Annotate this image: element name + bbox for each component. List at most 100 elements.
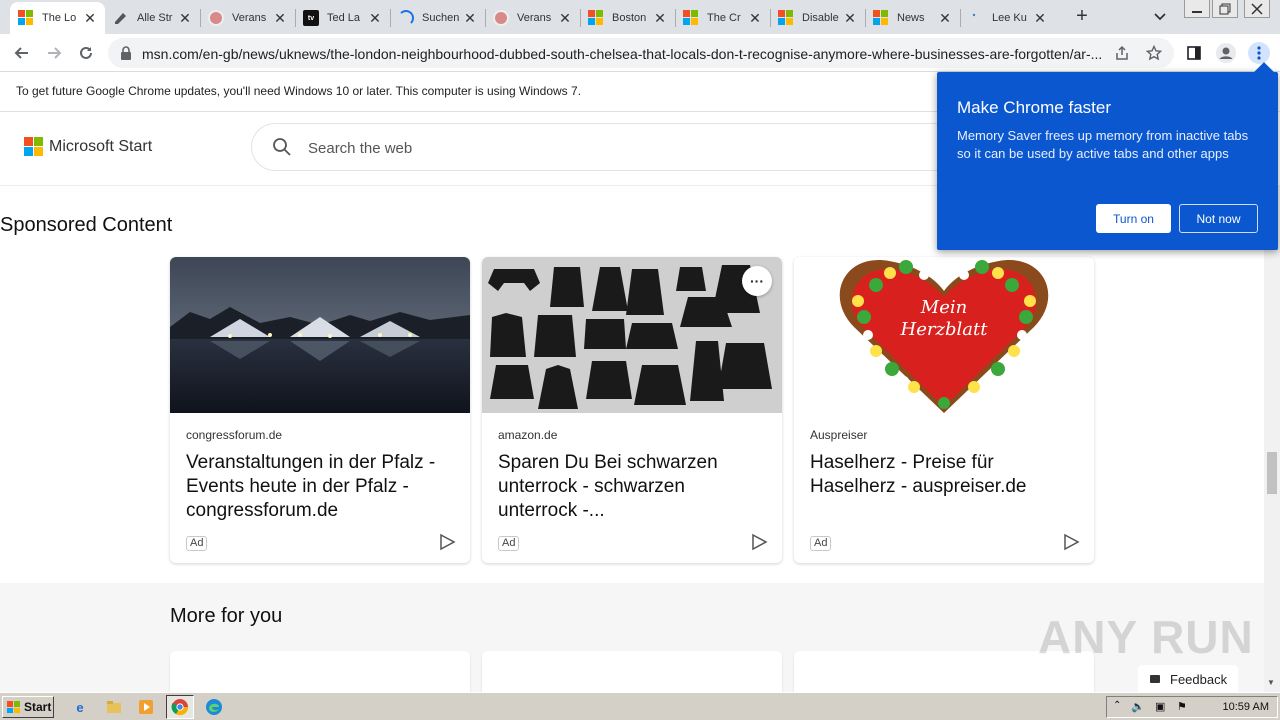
tab-title: Verans — [232, 12, 267, 24]
tab-close-icon[interactable]: ✕ — [368, 10, 382, 27]
side-panel-icon — [1187, 46, 1201, 60]
article-card-placeholder[interactable] — [170, 651, 470, 692]
chrome-taskbar-icon[interactable] — [166, 695, 194, 719]
tab-title: Lee Ku — [992, 12, 1027, 24]
tab-close-icon[interactable]: ✕ — [938, 10, 952, 27]
sponsored-card-auspreiser[interactable]: Mein Herzblatt Auspreiser Haselherz - Pre… — [794, 257, 1094, 563]
card-headline[interactable]: Haselherz - Preise für Haselherz - auspr… — [810, 451, 1080, 499]
tab-close-icon[interactable]: ✕ — [558, 10, 572, 27]
microsoft-start-logo[interactable]: Microsoft Start — [24, 137, 152, 156]
chevron-down-icon[interactable] — [1150, 7, 1170, 27]
more-for-you-heading: More for you — [170, 605, 283, 627]
appletv-icon: tv — [303, 10, 319, 26]
tab-7[interactable]: The Cr ✕ — [675, 2, 770, 34]
search-box[interactable] — [251, 123, 971, 171]
ad-choices-icon[interactable] — [1062, 533, 1080, 551]
not-now-button[interactable]: Not now — [1179, 204, 1258, 233]
minimize-icon[interactable] — [1184, 0, 1210, 18]
tab-close-icon[interactable]: ✕ — [83, 10, 97, 27]
tab-close-icon[interactable]: ✕ — [178, 10, 192, 27]
tab-title: Disable — [802, 12, 839, 24]
restore-icon[interactable] — [1212, 0, 1238, 18]
tab-3[interactable]: tv Ted La ✕ — [295, 2, 390, 34]
feedback-button[interactable]: Feedback — [1138, 665, 1238, 692]
tab-title: Verans — [517, 12, 552, 24]
browser-toolbar: msn.com/en-gb/news/uknews/the-london-nei… — [0, 34, 1280, 72]
tray-expand-icon[interactable]: ⌃ — [1113, 700, 1121, 711]
start-button[interactable]: Start — [2, 696, 54, 718]
feedback-icon — [1150, 675, 1160, 683]
vertical-scrollbar[interactable]: ▲ ▼ — [1264, 186, 1280, 692]
tab-8[interactable]: Disable ✕ — [770, 2, 865, 34]
tab-4[interactable]: Suchen ✕ — [390, 2, 485, 34]
address-bar[interactable]: msn.com/en-gb/news/uknews/the-london-nei… — [108, 38, 1174, 68]
bookmark-star-icon[interactable] — [1146, 45, 1162, 61]
ad-badge: Ad — [810, 536, 832, 551]
network-icon[interactable]: ▣ — [1155, 700, 1165, 713]
feedback-label: Feedback — [1170, 671, 1228, 687]
tab-title: The Cr — [707, 12, 741, 24]
card-headline[interactable]: Sparen Du Bei schwarzen unterrock - schw… — [498, 451, 768, 523]
tab-6[interactable]: Boston ✕ — [580, 2, 675, 34]
tab-close-icon[interactable]: ✕ — [1033, 10, 1047, 27]
tab-strip: The Lo ✕ Alle Str ✕ Verans ✕ tv Ted La ✕ Suchen ✕ V… — [0, 0, 1280, 34]
side-panel-button[interactable] — [1184, 43, 1204, 63]
tab-title: Boston — [612, 12, 647, 24]
card-source: Auspreiser — [810, 428, 868, 442]
card-headline[interactable]: Veranstaltungen in der Pfalz - Events he… — [186, 451, 456, 523]
windows-taskbar: Start e ⌃ 🔈 ▣ ⚑ 10:59 AM — [0, 692, 1280, 720]
volume-icon[interactable]: 🔈 — [1131, 700, 1145, 713]
card-image-lakeside-venue — [170, 257, 470, 413]
card-image-gingerbread-heart: Mein Herzblatt — [794, 257, 1094, 413]
search-input[interactable] — [308, 136, 808, 160]
tab-0[interactable]: The Lo ✕ — [10, 2, 105, 34]
tab-title: The Lo — [42, 12, 77, 24]
edge-icon[interactable] — [204, 697, 224, 717]
sponsored-card-amazon[interactable]: ··· amazon.de Sparen Du Bei schwarzen un… — [482, 257, 782, 563]
share-icon[interactable] — [1114, 45, 1130, 61]
profile-button[interactable] — [1216, 43, 1236, 63]
microsoft-icon — [18, 10, 34, 26]
lock-icon — [121, 46, 131, 60]
card-source: congressforum.de — [186, 428, 283, 442]
ad-choices-icon[interactable] — [438, 533, 456, 551]
tab-title: News — [897, 12, 925, 24]
tab-1[interactable]: Alle Str ✕ — [105, 2, 200, 34]
close-window-icon[interactable] — [1244, 0, 1270, 18]
scroll-down-arrow-icon[interactable]: ▼ — [1267, 678, 1275, 687]
tab-title: Suchen — [422, 12, 460, 24]
memory-saver-popup: Make Chrome faster Memory Saver frees up… — [937, 62, 1278, 250]
start-label: Start — [24, 700, 52, 714]
tab-9[interactable]: News ✕ — [865, 2, 960, 34]
plus-icon[interactable]: + — [1072, 5, 1092, 27]
globe-icon — [493, 10, 509, 26]
card-source: amazon.de — [498, 428, 558, 442]
tab-close-icon[interactable]: ✕ — [748, 10, 762, 27]
tab-5[interactable]: Verans ✕ — [485, 2, 580, 34]
tab-2[interactable]: Verans ✕ — [200, 2, 295, 34]
sponsored-card-congressforum[interactable]: congressforum.de Veranstaltungen in der … — [170, 257, 470, 563]
tab-10[interactable]: Lee Ku ✕ — [960, 2, 1055, 34]
action-center-icon[interactable]: ⚑ — [1177, 700, 1187, 713]
globe-icon — [208, 10, 224, 26]
ad-choices-icon[interactable] — [750, 533, 768, 551]
popup-title: Make Chrome faster — [957, 98, 1111, 117]
file-explorer-icon[interactable] — [104, 697, 124, 717]
media-player-icon[interactable] — [136, 697, 156, 717]
internet-explorer-icon[interactable]: e — [70, 697, 90, 717]
more-options-icon[interactable]: ··· — [742, 266, 772, 296]
turn-on-button[interactable]: Turn on — [1096, 204, 1171, 233]
sponsored-content-heading: Sponsored Content — [0, 214, 173, 236]
tab-title: Alle Str — [137, 12, 173, 24]
article-card-placeholder[interactable] — [482, 651, 782, 692]
microsoft-icon — [778, 10, 794, 26]
tab-close-icon[interactable]: ✕ — [273, 10, 287, 27]
back-button[interactable] — [12, 43, 32, 63]
chrome-menu-button[interactable] — [1248, 42, 1270, 64]
tab-close-icon[interactable]: ✕ — [843, 10, 857, 27]
scrollbar-thumb[interactable] — [1267, 452, 1277, 494]
tab-close-icon[interactable]: ✕ — [463, 10, 477, 27]
forward-button[interactable] — [44, 43, 64, 63]
tab-close-icon[interactable]: ✕ — [653, 10, 667, 27]
reload-button[interactable] — [76, 43, 96, 63]
